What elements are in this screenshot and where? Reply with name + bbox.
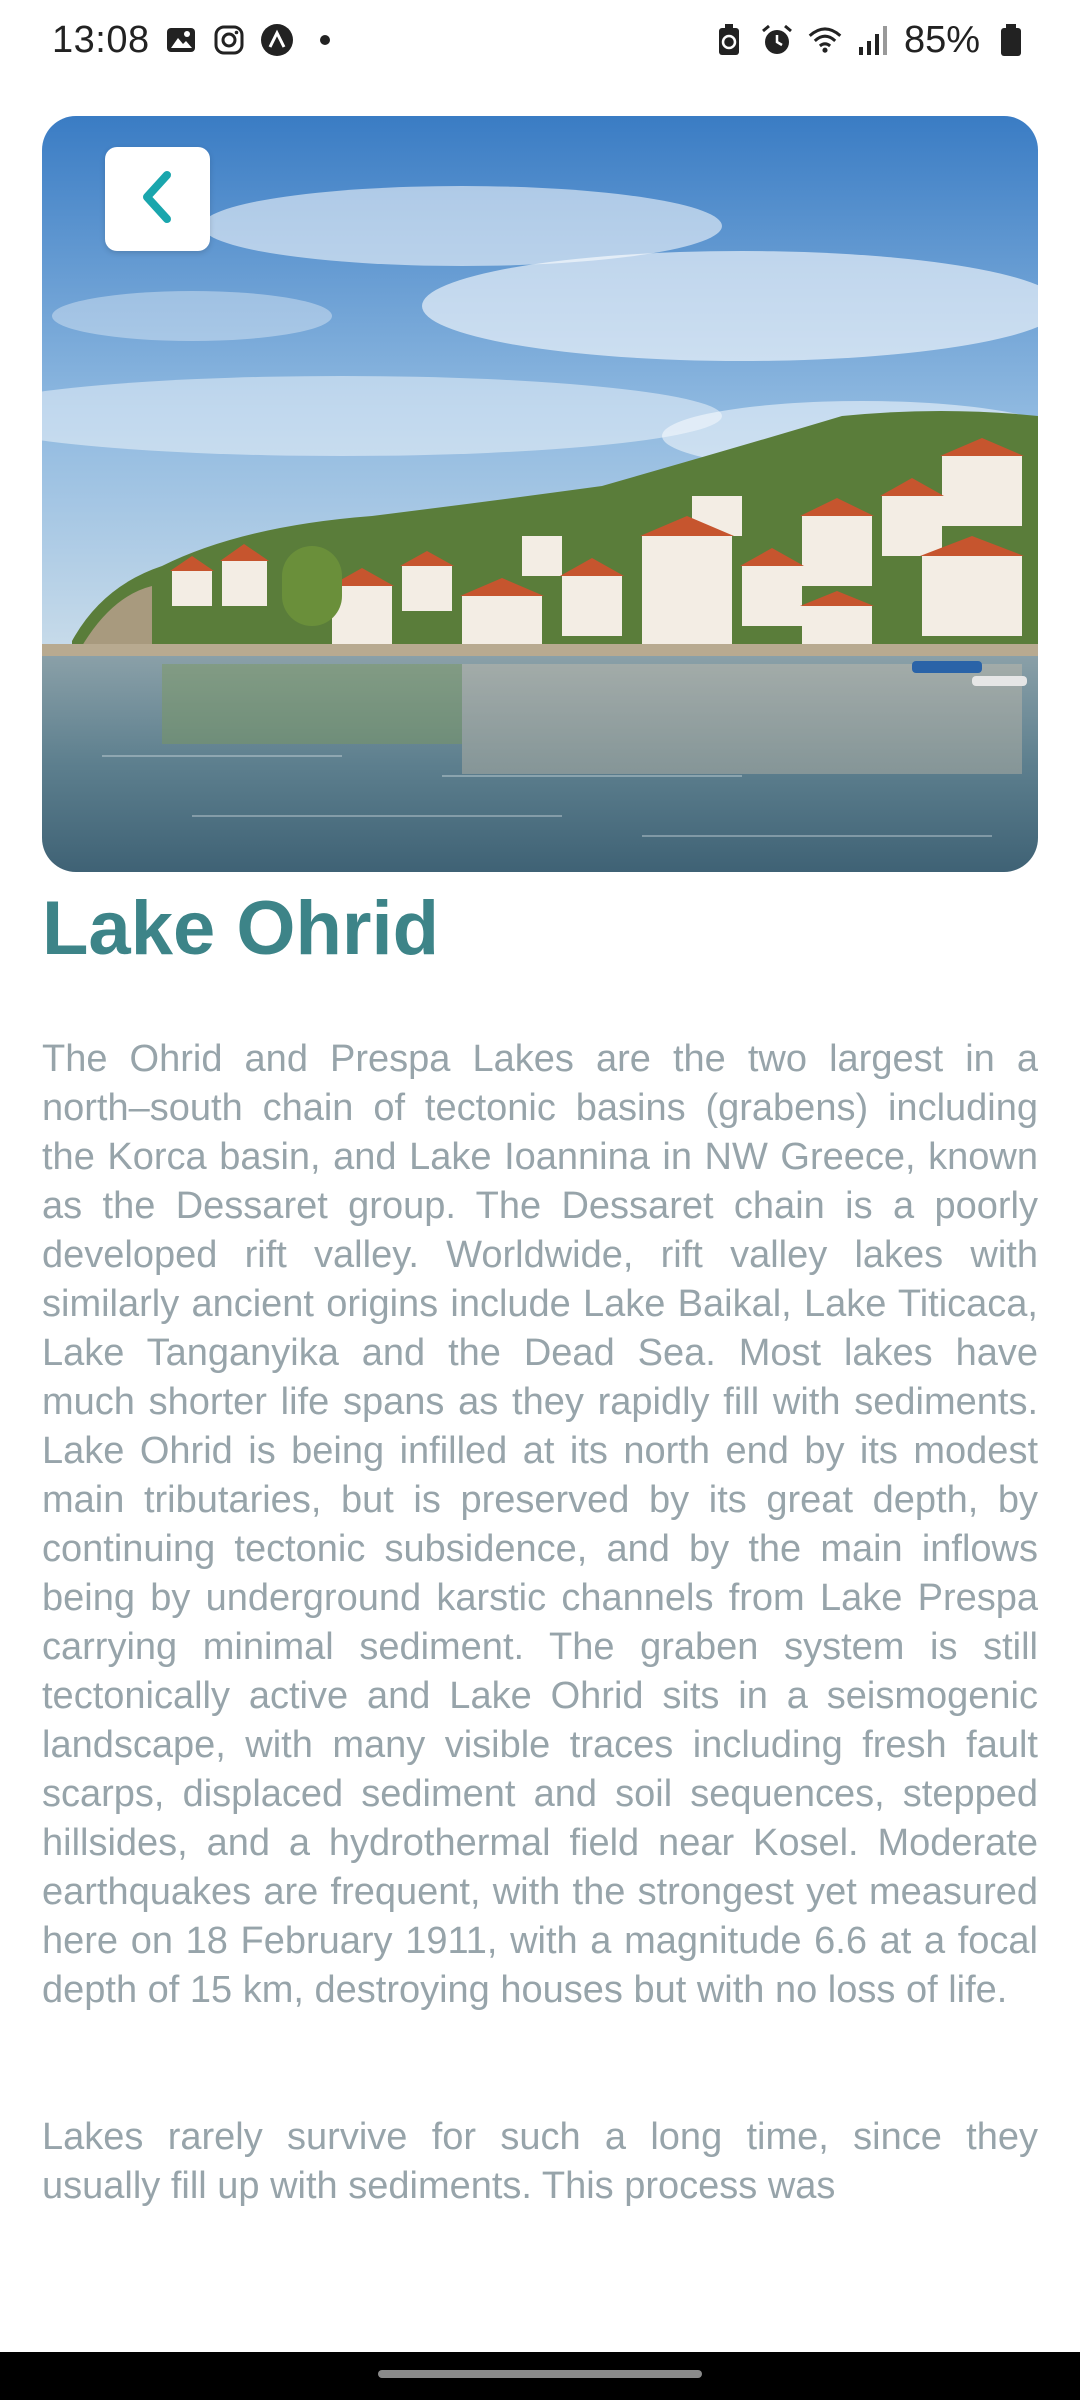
alarm-icon xyxy=(760,23,794,57)
status-left: 13:08 xyxy=(52,19,342,62)
signal-icon xyxy=(856,23,890,57)
paragraph: Lakes rarely survive for such a long tim… xyxy=(42,2116,1038,2207)
navigation-bar xyxy=(0,2352,1080,2400)
status-right: 85% xyxy=(712,19,1028,62)
battery-icon xyxy=(994,23,1028,57)
dot-icon xyxy=(308,23,342,57)
battery-saver-icon xyxy=(712,23,746,57)
home-gesture-handle[interactable] xyxy=(378,2370,702,2378)
gallery-icon xyxy=(164,23,198,57)
instagram-icon xyxy=(212,23,246,57)
app-icon xyxy=(260,23,294,57)
page-title: Lake Ohrid xyxy=(42,886,439,971)
wifi-icon xyxy=(808,23,842,57)
back-button[interactable] xyxy=(105,147,210,251)
status-bar: 13:08 85% xyxy=(0,0,1080,80)
status-time: 13:08 xyxy=(52,18,150,61)
chevron-left-icon xyxy=(133,167,183,232)
article-body: The Ohrid and Prespa Lakes are the two l… xyxy=(42,1035,1038,2309)
battery-percent: 85% xyxy=(903,18,980,61)
paragraph: The Ohrid and Prespa Lakes are the two l… xyxy=(42,1038,1038,2011)
